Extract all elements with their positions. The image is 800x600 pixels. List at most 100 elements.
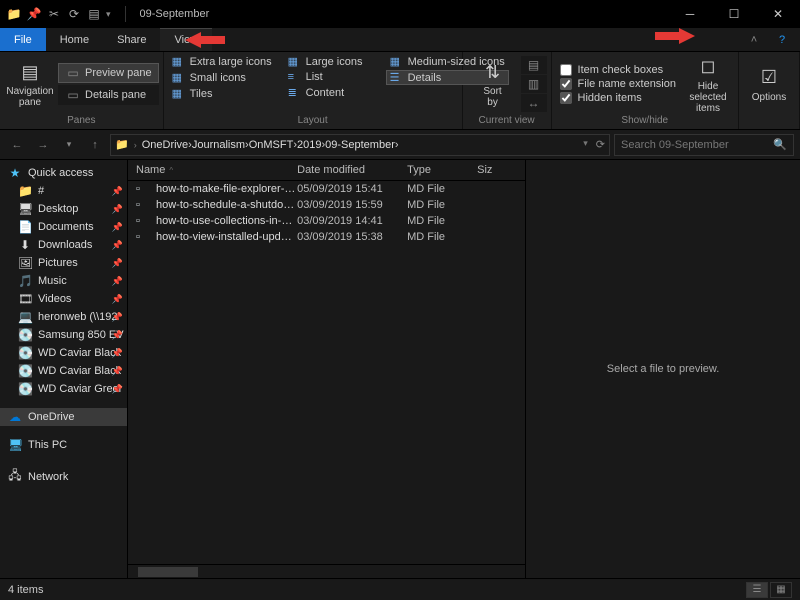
tab-file[interactable]: File [0, 28, 46, 51]
address-bar[interactable]: 📁 › OneDrive›Journalism›OnMSFT›2019›09-S… [110, 134, 610, 156]
sidebar-item[interactable]: ⬇Downloads📌 [0, 236, 127, 254]
layout-large[interactable]: ▦Large icons [284, 54, 378, 69]
sidebar-item[interactable]: 💽WD Caviar Greer📌 [0, 380, 127, 398]
pin-icon: 📌 [112, 384, 123, 395]
layout-content[interactable]: ≣Content [284, 85, 378, 100]
sidebar-network[interactable]: 🖧Network [0, 464, 127, 489]
details-pane-label: Details pane [85, 89, 146, 101]
tab-home[interactable]: Home [46, 28, 103, 51]
pin-icon: 📌 [112, 294, 123, 305]
list-icon: ≡ [288, 71, 302, 83]
options-button[interactable]: ☑ Options [743, 54, 795, 114]
breadcrumb-segment[interactable]: 09-September [325, 139, 395, 151]
sidebar-quick-access[interactable]: ★Quick access [0, 164, 127, 182]
options-icon: ☑ [755, 66, 783, 90]
col-date[interactable]: Date modified [297, 164, 407, 176]
options-label: Options [752, 92, 786, 103]
content-area: Name^ Date modified Type Siz ▫how-to-mak… [128, 160, 800, 578]
layout-options: ▦Extra large icons ▦Small icons ▦Tiles ▦… [168, 54, 458, 110]
sidebar-onedrive[interactable]: ☁OneDrive [0, 408, 127, 426]
thumb-view-toggle[interactable]: ▦ [770, 582, 792, 598]
back-button[interactable]: ← [6, 134, 28, 156]
table-row[interactable]: ▫how-to-schedule-a-shutdown-in-windo...0… [128, 197, 525, 213]
collapse-ribbon-icon[interactable]: ˄ [744, 34, 764, 46]
group-by-button[interactable]: ▤ [521, 56, 547, 74]
col-name[interactable]: Name^ [136, 164, 297, 176]
sidebar-item[interactable]: 💽WD Caviar Black📌 [0, 362, 127, 380]
grid-icon: ▦ [172, 55, 186, 68]
fit-icon: ↔ [526, 96, 542, 110]
content-icon: ≣ [288, 86, 302, 99]
details-pane-button[interactable]: ▭ Details pane [58, 85, 159, 105]
layout-list[interactable]: ≡List [284, 70, 378, 84]
cut-icon[interactable]: ✂ [46, 6, 62, 22]
hide-selected-button[interactable]: ◻ Hide selected items [682, 54, 734, 114]
refresh-icon[interactable]: ⟳ [596, 138, 605, 151]
item-icon: 🎞 [18, 292, 32, 306]
pin-icon[interactable]: 📌 [26, 6, 42, 22]
sidebar-item[interactable]: 📁#📌 [0, 182, 127, 200]
file-extensions-toggle[interactable]: File name extension [560, 78, 676, 90]
item-checkboxes-toggle[interactable]: Item check boxes [560, 64, 676, 76]
sidebar-item[interactable]: 💽WD Caviar Black📌 [0, 344, 127, 362]
preview-pane-button[interactable]: ▭ Preview pane [58, 63, 159, 83]
tab-share[interactable]: Share [103, 28, 160, 51]
up-button[interactable]: ↑ [84, 134, 106, 156]
chevron-right-icon[interactable]: › [395, 139, 399, 151]
hide-label: Hide selected items [682, 81, 734, 114]
sidebar-this-pc[interactable]: 🖥This PC [0, 436, 127, 454]
close-button[interactable]: ✕ [756, 0, 800, 28]
layout-tiles[interactable]: ▦Tiles [168, 86, 276, 101]
details-view-toggle[interactable]: ☰ [746, 582, 768, 598]
minimize-button[interactable]: ─ [668, 0, 712, 28]
sidebar-item[interactable]: 💻heronweb (\\192📌 [0, 308, 127, 326]
hidden-items-toggle[interactable]: Hidden items [560, 92, 676, 104]
qat-dropdown-icon[interactable]: ▾ [106, 9, 115, 20]
search-box[interactable]: Search 09-September 🔍 [614, 134, 794, 156]
pc-icon: 🖥 [8, 438, 22, 452]
navigation-pane-button[interactable]: ▤ Navigation pane [4, 54, 56, 114]
ribbon: ▤ Navigation pane ▭ Preview pane ▭ Detai… [0, 52, 800, 130]
sidebar-item[interactable]: 🖼Pictures📌 [0, 254, 127, 272]
ribbon-group-layout: ▦Extra large icons ▦Small icons ▦Tiles ▦… [164, 52, 463, 129]
sidebar-item[interactable]: 🎵Music📌 [0, 272, 127, 290]
maximize-button[interactable]: ☐ [712, 0, 756, 28]
forward-button[interactable]: → [32, 134, 54, 156]
help-icon[interactable]: ? [772, 34, 792, 46]
file-list: Name^ Date modified Type Siz ▫how-to-mak… [128, 160, 525, 578]
window-title: 09-September [140, 8, 210, 20]
properties-icon[interactable]: ▤ [86, 6, 102, 22]
folder-icon: 📁 [6, 6, 22, 22]
breadcrumb-segment[interactable]: OneDrive [142, 139, 188, 151]
table-row[interactable]: ▫how-to-make-file-explorer-show-full-pa.… [128, 181, 525, 197]
file-icon: ▫ [136, 231, 150, 243]
table-row[interactable]: ▫how-to-view-installed-updates-in-windo.… [128, 229, 525, 245]
item-icon: 📁 [18, 184, 32, 198]
breadcrumb-segment[interactable]: 2019 [297, 139, 321, 151]
sort-label: Sort by [483, 86, 501, 108]
scroll-thumb[interactable] [138, 567, 198, 577]
refresh-icon[interactable]: ⟳ [66, 6, 82, 22]
sidebar-item[interactable]: 🖥Desktop📌 [0, 200, 127, 218]
tab-view[interactable]: View [160, 28, 212, 51]
tiles-icon: ▦ [172, 87, 186, 100]
layout-small[interactable]: ▦Small icons [168, 70, 276, 85]
sidebar-item[interactable]: 📄Documents📌 [0, 218, 127, 236]
col-type[interactable]: Type [407, 164, 477, 176]
breadcrumb-segment[interactable]: Journalism [192, 139, 245, 151]
size-columns-button[interactable]: ↔ [521, 94, 547, 112]
sort-by-button[interactable]: ⇅ Sort by [467, 54, 519, 114]
sidebar-item[interactable]: 💽Samsung 850 EV📌 [0, 326, 127, 344]
item-icon: 🖼 [18, 256, 32, 270]
horizontal-scrollbar[interactable] [128, 564, 525, 578]
dropdown-icon[interactable]: ▾ [583, 138, 588, 151]
col-size[interactable]: Siz [477, 164, 517, 176]
table-row[interactable]: ▫how-to-use-collections-in-microsoft-ed.… [128, 213, 525, 229]
history-dropdown-icon[interactable]: ▾ [58, 134, 80, 156]
sidebar-item[interactable]: 🎞Videos📌 [0, 290, 127, 308]
layout-extra-large[interactable]: ▦Extra large icons [168, 54, 276, 69]
ribbon-group-current-view: ⇅ Sort by ▤ ▥ ↔ Current view [463, 52, 552, 129]
breadcrumb-segment[interactable]: OnMSFT [249, 139, 294, 151]
add-columns-button[interactable]: ▥ [521, 75, 547, 93]
item-icon: 💽 [18, 346, 32, 360]
